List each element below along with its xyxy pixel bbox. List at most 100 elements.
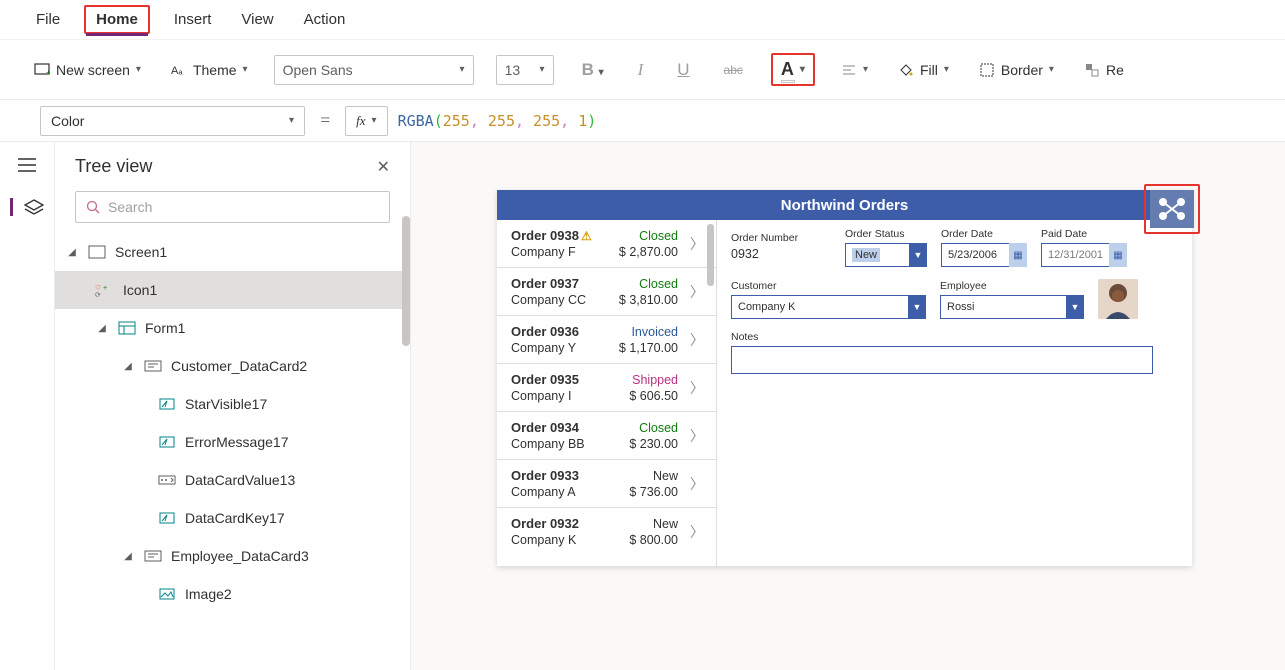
tree-view-panel: Tree view ✕ Search ◢ Screen1 ♡+⟳ Icon1 ◢… [55, 142, 411, 670]
tree-node-customer-datacard[interactable]: ◢ Customer_DataCard2 [55, 347, 406, 385]
list-scrollbar[interactable] [707, 224, 714, 286]
order-row[interactable]: Order 0933 Company A New $ 736.00 〉 [497, 460, 716, 508]
label-icon [157, 398, 177, 410]
theme-button[interactable]: Aₐ Theme ▾ [167, 56, 252, 84]
property-selector[interactable]: Color▾ [40, 106, 305, 136]
hamburger-icon [16, 156, 38, 174]
notes-input[interactable] [731, 346, 1153, 374]
paid-date-input[interactable]: 12/31/2001▦ [1041, 243, 1127, 267]
order-status-dropdown[interactable]: New▼ [845, 243, 927, 267]
tree-node-errormessage[interactable]: ErrorMessage17 [55, 423, 406, 461]
align-icon [841, 62, 857, 78]
datacard-icon [143, 550, 163, 562]
order-row[interactable]: Order 0938⚠ Company F Closed $ 2,870.00 … [497, 220, 716, 268]
caret-icon: ◢ [121, 551, 135, 562]
customer-dropdown[interactable]: Company K▼ [731, 295, 926, 319]
menu-action[interactable]: Action [298, 7, 352, 32]
align-button[interactable]: ▾ [837, 56, 872, 84]
order-row[interactable]: Order 0937 Company CC Closed $ 3,810.00 … [497, 268, 716, 316]
app-header: Northwind Orders [497, 190, 1192, 220]
order-row[interactable]: Order 0932 Company K New $ 800.00 〉 [497, 508, 716, 555]
order-date-input[interactable]: 5/23/2006▦ [941, 243, 1027, 267]
icons-group-icon: ♡+⟳ [95, 283, 115, 297]
chevron-down-icon: ▼ [909, 243, 927, 267]
tree-node-datacardvalue[interactable]: DataCardValue13 [55, 461, 406, 499]
order-number-value: 0932 [731, 247, 831, 267]
caret-icon: ◢ [65, 247, 79, 258]
close-panel-button[interactable]: ✕ [377, 157, 390, 177]
selected-icon-control[interactable] [1144, 184, 1200, 234]
employee-dropdown[interactable]: Rossi▼ [940, 295, 1084, 319]
order-row[interactable]: Order 0934 Company BB Closed $ 230.00 〉 [497, 412, 716, 460]
border-button[interactable]: Border▾ [975, 56, 1058, 84]
border-icon [979, 62, 995, 78]
reorder-button[interactable]: Re [1080, 56, 1128, 84]
search-icon [86, 200, 100, 214]
order-list[interactable]: Order 0938⚠ Company F Closed $ 2,870.00 … [497, 220, 717, 566]
chevron-down-icon: ▾ [540, 64, 545, 75]
strikethrough-button[interactable]: abc [718, 63, 749, 77]
chevron-down-icon: ▾ [136, 64, 141, 75]
order-row[interactable]: Order 0935 Company I Shipped $ 606.50 〉 [497, 364, 716, 412]
left-rail [0, 142, 55, 670]
underline-button[interactable]: U [671, 60, 695, 80]
app-title: Northwind Orders [781, 197, 909, 214]
svg-text:⟳: ⟳ [95, 292, 101, 297]
svg-text:♡: ♡ [95, 284, 101, 292]
tree-node-datacardkey[interactable]: DataCardKey17 [55, 499, 406, 537]
canvas[interactable]: Northwind Orders Order 0938⚠ Company F C… [411, 142, 1285, 670]
reorder-icon [1084, 62, 1100, 78]
chevron-down-icon: ▼ [1066, 295, 1084, 319]
ribbon: + New screen ▾ Aₐ Theme ▾ Open Sans▾ 13▾… [0, 40, 1285, 100]
font-name-dropdown[interactable]: Open Sans▾ [274, 55, 474, 85]
calendar-icon: ▦ [1009, 243, 1027, 267]
screen-icon [87, 245, 107, 259]
chevron-right-icon: 〉 [684, 474, 704, 494]
chevron-right-icon: 〉 [684, 282, 704, 302]
tree-view-rail-button[interactable] [10, 198, 32, 216]
customer-label: Customer [731, 280, 926, 292]
font-color-button[interactable]: A▾ [771, 53, 815, 86]
app-preview: Northwind Orders Order 0938⚠ Company F C… [497, 190, 1192, 566]
tree-node-screen1[interactable]: ◢ Screen1 [55, 233, 406, 271]
tree-node-form1[interactable]: ◢ Form1 [55, 309, 406, 347]
menu-file[interactable]: File [30, 7, 66, 32]
caret-icon: ◢ [95, 323, 109, 334]
order-status-label: Order Status [845, 228, 927, 240]
chevron-down-icon: ▾ [460, 64, 465, 75]
label-icon [157, 512, 177, 524]
employee-label: Employee [940, 280, 1084, 292]
hamburger-button[interactable] [16, 156, 38, 174]
paid-date-label: Paid Date [1041, 228, 1127, 240]
menu-bar: File Home Insert View Action [0, 0, 1285, 40]
chevron-right-icon: 〉 [684, 426, 704, 446]
menu-insert[interactable]: Insert [168, 7, 218, 32]
bold-button[interactable]: B ▾ [576, 60, 610, 80]
tree-scrollbar[interactable] [402, 216, 410, 346]
chevron-down-icon: ▾ [289, 115, 294, 126]
tree-node-employee-datacard[interactable]: ◢ Employee_DataCard3 [55, 537, 406, 575]
caret-icon: ◢ [121, 361, 135, 372]
notes-label: Notes [731, 331, 758, 343]
formula-input[interactable]: RGBA(255, 255, 255, 1) [398, 112, 597, 130]
tree-search-input[interactable]: Search [75, 191, 390, 223]
tree-node-starvisible[interactable]: StarVisible17 [55, 385, 406, 423]
image-icon [157, 588, 177, 600]
tree-node-icon1[interactable]: ♡+⟳ Icon1 [55, 271, 406, 309]
tree-node-image2[interactable]: Image2 [55, 575, 406, 613]
fx-button[interactable]: fx ▾ [345, 106, 387, 136]
label-icon [157, 436, 177, 448]
diagram-icon [1157, 196, 1187, 222]
menu-home[interactable]: Home [84, 5, 150, 34]
employee-avatar [1098, 279, 1138, 319]
menu-view[interactable]: View [235, 7, 279, 32]
new-screen-button[interactable]: + New screen ▾ [30, 56, 145, 84]
chevron-right-icon: 〉 [684, 522, 704, 542]
font-size-dropdown[interactable]: 13▾ [496, 55, 554, 85]
tree-view-title: Tree view [75, 156, 152, 177]
paint-bucket-icon [898, 62, 914, 78]
fill-button[interactable]: Fill▾ [894, 56, 953, 84]
order-row[interactable]: Order 0936 Company Y Invoiced $ 1,170.00… [497, 316, 716, 364]
italic-button[interactable]: I [632, 60, 650, 80]
tree-list: ◢ Screen1 ♡+⟳ Icon1 ◢ Form1 ◢ Customer_D… [55, 233, 410, 670]
